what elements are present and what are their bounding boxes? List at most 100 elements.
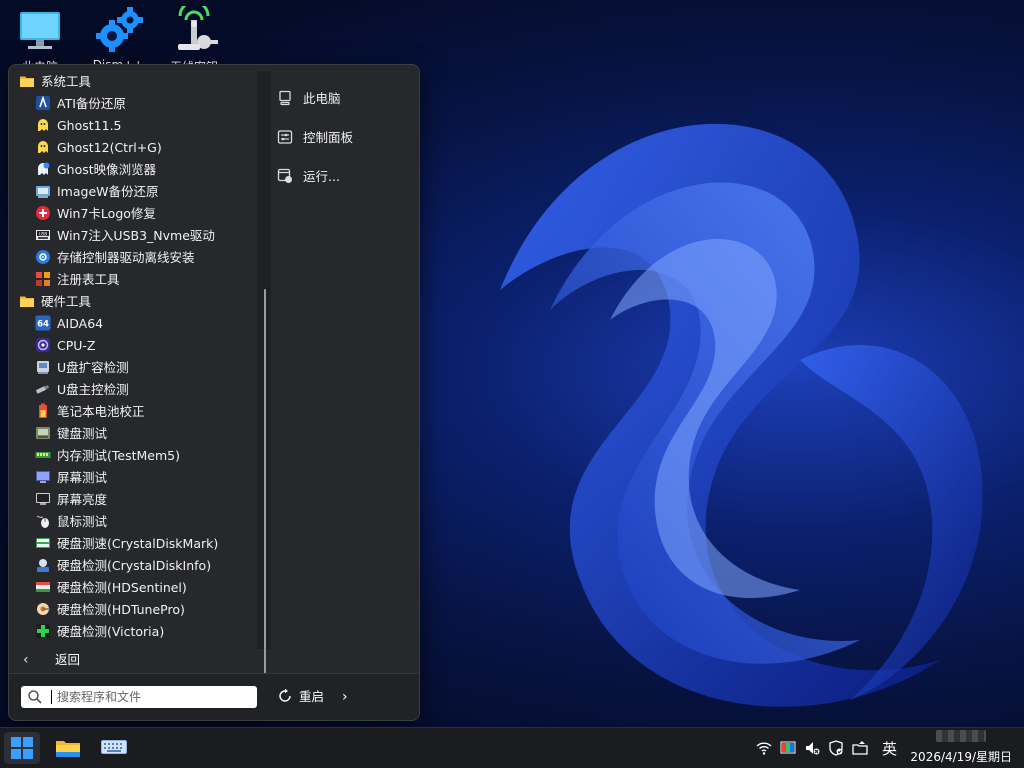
restart-button[interactable]: 重启 › — [277, 686, 348, 708]
tree-item[interactable]: 鼠标测试 — [9, 511, 249, 533]
tree-label: Ghost11.5 — [57, 118, 122, 133]
start-link-label: 运行... — [303, 169, 340, 184]
tree-folder[interactable]: 系统工具 — [9, 71, 249, 93]
start-link-this-pc[interactable]: 此电脑 — [277, 87, 341, 111]
security-shield-icon[interactable] — [828, 740, 844, 756]
clock-date[interactable]: 2026/4/19/星期日 — [910, 748, 1012, 765]
tree-item[interactable]: 内存测试(TestMem5) — [9, 445, 249, 467]
tree-item[interactable]: 硬盘测速(CrystalDiskMark) — [9, 533, 249, 555]
tree-label: ImageW备份还原 — [57, 184, 159, 199]
tree-label: U盘主控检测 — [57, 382, 129, 397]
control-panel-icon — [277, 130, 293, 144]
clock-blurred-time — [936, 730, 986, 742]
desktop-icon-dism[interactable]: Dism++ — [86, 6, 150, 72]
chevron-left-icon: ‹ — [23, 652, 29, 668]
tree-label: 注册表工具 — [57, 272, 120, 287]
start-link-control-panel[interactable]: 控制面板 — [277, 126, 353, 150]
color-display-icon[interactable] — [780, 740, 796, 756]
search-input[interactable]: 搜索程序和文件 — [57, 686, 141, 708]
tree-item[interactable]: 硬盘检测(HDTunePro) — [9, 599, 249, 621]
disk-mark-icon — [36, 538, 50, 548]
desktop-icon-this-pc[interactable]: 此电脑 — [8, 6, 72, 74]
registry-icon — [36, 272, 50, 286]
on-screen-keyboard-button[interactable] — [96, 732, 132, 764]
tree-item[interactable]: 屏幕测试 — [9, 467, 249, 489]
tree-item[interactable]: 硬盘检测(CrystalDiskInfo) — [9, 555, 249, 577]
back-button[interactable]: ‹ 返回 — [23, 649, 80, 671]
tree-item[interactable]: 笔记本电池校正 — [9, 401, 249, 423]
cpuz-icon — [36, 338, 50, 352]
tree-label: 键盘测试 — [57, 426, 108, 441]
ghost-explorer-icon — [38, 162, 50, 175]
gear-icon — [36, 250, 50, 264]
start-menu: 系统工具 ATI备份还原 Ghost11.5 Ghost12(Ctrl+G) Ghost… — [8, 64, 420, 721]
tree-item[interactable]: USB Win7注入USB3_Nvme驱动 — [9, 225, 249, 247]
gears-icon — [96, 7, 143, 52]
tree-label: 硬件工具 — [41, 294, 92, 309]
tree-item[interactable]: 硬盘检测(HDSentinel) — [9, 577, 249, 599]
start-link-run[interactable]: 运行... — [277, 165, 340, 189]
hdtune-icon — [37, 603, 50, 615]
tree-item[interactable]: Ghost映像浏览器 — [9, 159, 249, 181]
start-link-label: 控制面板 — [303, 130, 354, 145]
battery-icon — [39, 403, 47, 418]
folder-icon — [20, 76, 34, 87]
tree-item[interactable]: U盘扩容检测 — [9, 357, 249, 379]
desktop-icon-wireless-key[interactable]: 无线密钥 — [162, 0, 226, 74]
tree-label: 鼠标测试 — [57, 514, 108, 529]
tree-label: 系统工具 — [41, 74, 92, 89]
disk-sentinel-icon — [36, 582, 50, 592]
tree-item[interactable]: 键盘测试 — [9, 423, 249, 445]
tree-item[interactable]: Ghost12(Ctrl+G) — [9, 137, 249, 159]
usb-icon — [36, 385, 50, 394]
ghost-icon — [38, 119, 48, 131]
search-icon — [28, 690, 42, 704]
memory-icon — [35, 452, 51, 458]
tree-label: 屏幕亮度 — [57, 492, 108, 507]
program-tree: 系统工具 ATI备份还原 Ghost11.5 Ghost12(Ctrl+G) Ghost… — [9, 71, 249, 651]
tree-item[interactable]: Win7卡Logo修复 — [9, 203, 249, 225]
search-box[interactable]: 搜索程序和文件 — [21, 686, 257, 708]
tree-item[interactable]: 硬盘检测(Victoria) — [9, 621, 249, 643]
tree-label: 硬盘检测(Victoria) — [57, 624, 165, 639]
chevron-right-icon[interactable]: › — [342, 686, 348, 708]
start-button[interactable] — [4, 732, 40, 764]
file-explorer-button[interactable] — [50, 732, 86, 764]
text-cursor — [51, 690, 52, 704]
taskbar: 英 2026/4/19/星期日 — [0, 727, 1024, 768]
disk-info-icon — [37, 559, 49, 572]
tree-item[interactable]: 屏幕亮度 — [9, 489, 249, 511]
tree-folder[interactable]: 硬件工具 — [9, 291, 249, 313]
scrollbar-thumb[interactable] — [264, 289, 266, 689]
input-language-indicator[interactable]: 英 — [882, 738, 897, 759]
ghost-icon — [38, 141, 48, 153]
wallpaper-bloom — [500, 123, 983, 707]
victoria-icon — [36, 624, 50, 638]
tree-item[interactable]: ATI备份还原 — [9, 93, 249, 115]
keyboard-icon — [36, 427, 50, 439]
tree-label: Win7卡Logo修复 — [57, 206, 156, 221]
tree-item[interactable]: 64 AIDA64 — [9, 313, 249, 335]
tree-label: 内存测试(TestMem5) — [57, 448, 180, 463]
tree-item[interactable]: 存储控制器驱动离线安装 — [9, 247, 249, 269]
tree-item[interactable]: ImageW备份还原 — [9, 181, 249, 203]
svg-text:64: 64 — [37, 320, 49, 330]
tree-label: CPU-Z — [57, 338, 96, 353]
restart-icon — [279, 688, 291, 702]
imagew-icon — [36, 186, 50, 198]
wireless-key-icon — [178, 0, 218, 50]
start-bottom-bar: 搜索程序和文件 重启 › — [9, 673, 419, 720]
wifi-icon[interactable] — [756, 740, 772, 756]
drive-eject-icon[interactable] — [852, 740, 868, 756]
tree-item[interactable]: CPU-Z — [9, 335, 249, 357]
restart-label: 重启 — [299, 689, 325, 704]
tree-label: 硬盘测速(CrystalDiskMark) — [57, 536, 219, 551]
run-icon — [277, 168, 292, 183]
back-label: 返回 — [55, 652, 81, 667]
tree-label: U盘扩容检测 — [57, 360, 129, 375]
tree-item[interactable]: U盘主控检测 — [9, 379, 249, 401]
speaker-muted-icon[interactable] — [804, 740, 820, 756]
keyboard-icon — [101, 740, 127, 754]
tree-item[interactable]: Ghost11.5 — [9, 115, 249, 137]
tree-item[interactable]: 注册表工具 — [9, 269, 249, 291]
